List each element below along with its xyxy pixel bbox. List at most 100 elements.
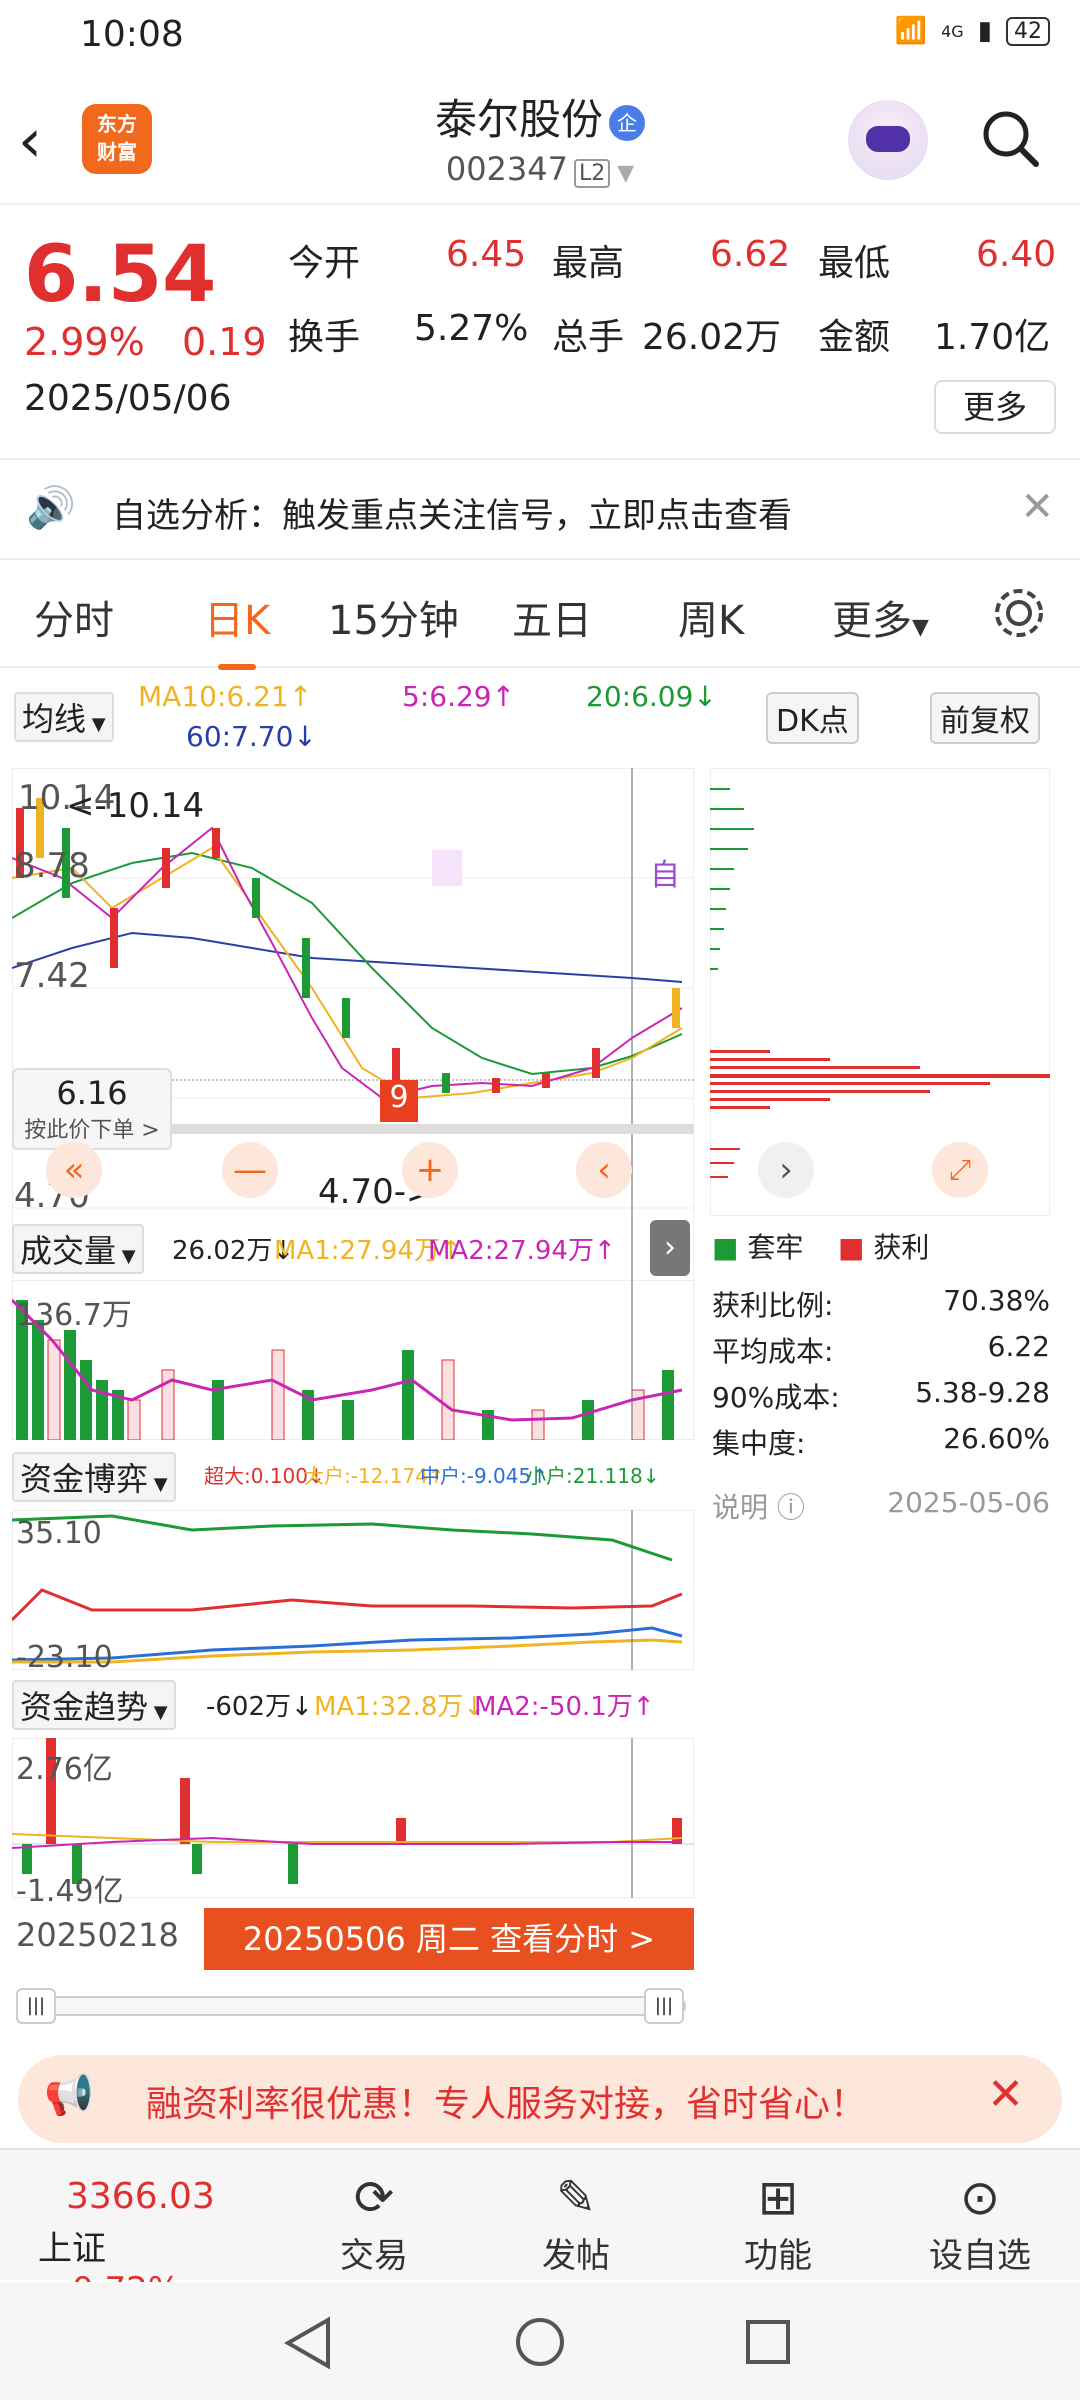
chip-row-value: 70.38% bbox=[943, 1284, 1050, 1317]
range-handle-left[interactable]: ||| bbox=[16, 1988, 56, 2024]
nav-recents-icon[interactable] bbox=[744, 2318, 792, 2366]
banner-text: 自选分析：触发重点关注信号，立即点击查看 bbox=[112, 496, 792, 536]
legend-trap-label: 套牢 bbox=[747, 1231, 804, 1264]
legend-profit-label: 获利 bbox=[873, 1231, 930, 1264]
tab-intraday[interactable]: 分时 bbox=[34, 588, 114, 646]
chip-distribution-chart[interactable] bbox=[710, 768, 1050, 1216]
tab-weekly-k[interactable]: 周K bbox=[678, 588, 744, 646]
status-bar: 10:08 📶 4G ▮ 42 bbox=[0, 0, 1080, 70]
info-icon: ⓘ bbox=[776, 1491, 805, 1524]
zoom-out-icon[interactable]: — bbox=[222, 1142, 278, 1198]
fund-game-y-bottom: -23.10 bbox=[16, 1640, 113, 1675]
change-amount: 0.19 bbox=[182, 320, 267, 364]
trade-icon: ⟳ bbox=[353, 2170, 395, 2226]
volume-select[interactable]: 成交量 ▼ bbox=[12, 1224, 144, 1274]
signal-marker: 9 bbox=[380, 1080, 418, 1122]
expand-icon[interactable]: ⤢ bbox=[932, 1142, 988, 1198]
nav-back-icon[interactable] bbox=[284, 2316, 332, 2370]
volume-ma2: MA2:27.94万↑ bbox=[428, 1236, 616, 1266]
y-axis-3: 7.42 bbox=[14, 956, 90, 996]
volume-value: 26.02万 bbox=[642, 317, 782, 358]
range-handle-right[interactable]: ||| bbox=[644, 1988, 684, 2024]
fund-trend-ma1: MA1:32.8万↓ bbox=[314, 1692, 486, 1722]
timeline-start: 20250218 bbox=[16, 1916, 179, 1954]
settings-icon[interactable] bbox=[990, 584, 1048, 642]
analysis-banner[interactable]: 🔊 自选分析：触发重点关注信号，立即点击查看 ✕ bbox=[0, 458, 1080, 560]
volume-y-top: 136.7万 bbox=[16, 1298, 132, 1333]
fund-small: 小户:21.118↓ bbox=[526, 1464, 660, 1488]
fund-trend-select[interactable]: 资金趋势 ▼ bbox=[12, 1680, 176, 1730]
indicator-select[interactable]: 均线 ▼ bbox=[14, 692, 114, 742]
turnover-label: 换手 bbox=[288, 317, 361, 358]
tab-post-label: 发帖 bbox=[542, 2236, 610, 2276]
more-button[interactable]: 更多 bbox=[934, 380, 1056, 434]
status-time: 10:08 bbox=[80, 14, 184, 55]
chevron-right-icon[interactable]: › bbox=[758, 1142, 814, 1198]
fund-game-chart[interactable] bbox=[12, 1510, 694, 1670]
search-icon[interactable] bbox=[978, 106, 1042, 170]
chip-row-value: 6.22 bbox=[987, 1330, 1050, 1363]
tab-daily-k[interactable]: 日K bbox=[204, 588, 270, 670]
header: ‹ 东方 财富 泰尔股份企 002347 L2 ▼ bbox=[0, 70, 1080, 205]
range-scrollbar[interactable] bbox=[16, 1996, 686, 2016]
turnover-value: 5.27% bbox=[414, 308, 529, 349]
close-icon[interactable]: ✕ bbox=[987, 2069, 1024, 2120]
tab-five-day[interactable]: 五日 bbox=[512, 588, 592, 646]
chip-note[interactable]: 说明 ⓘ bbox=[712, 1486, 805, 1526]
dropdown-icon: ▼ bbox=[610, 161, 635, 186]
order-price: 6.16 bbox=[56, 1074, 128, 1112]
promo-text: 融资利率很优惠！专人服务对接，省时省心！ bbox=[146, 2084, 867, 2125]
scroll-left-fast-icon[interactable]: « bbox=[46, 1142, 102, 1198]
tab-more[interactable]: 更多▼ bbox=[832, 588, 929, 646]
dropdown-icon: ▼ bbox=[912, 615, 929, 640]
forward-adjust-button[interactable]: 前复权 bbox=[930, 692, 1040, 744]
zoom-in-icon[interactable]: + bbox=[402, 1142, 458, 1198]
ma5-label: 5:6.29↑ bbox=[402, 680, 516, 713]
order-price-hint: 按此价下单 > bbox=[24, 1118, 160, 1143]
fund-trend-select-label: 资金趋势 bbox=[20, 1688, 149, 1726]
quote-panel: 6.54 2.99% 0.19 2025/05/06 今开 6.45 最高 6.… bbox=[0, 208, 1080, 453]
low-value: 6.40 bbox=[976, 234, 1057, 275]
promo-banner[interactable]: 📢 融资利率很优惠！专人服务对接，省时省心！ ✕ bbox=[18, 2055, 1062, 2143]
max-price-label: <-10.14 bbox=[66, 786, 205, 826]
view-intraday-button[interactable]: 20250506 周二 查看分时 > bbox=[204, 1908, 694, 1970]
volume-select-label: 成交量 bbox=[20, 1232, 117, 1270]
wifi-icon: 📶 bbox=[894, 16, 928, 46]
tab-functions-label: 功能 bbox=[744, 2236, 812, 2276]
chip-row-label: 获利比例: bbox=[712, 1289, 834, 1322]
scroll-left-icon[interactable]: ‹ bbox=[576, 1142, 632, 1198]
level2-badge: L2 bbox=[573, 159, 611, 188]
dk-point-button[interactable]: DK点 bbox=[766, 692, 859, 744]
chip-row-label: 集中度: bbox=[712, 1427, 806, 1460]
fund-game-y-top: 35.10 bbox=[16, 1516, 102, 1551]
tab-post[interactable]: ✎ 发帖 bbox=[506, 2168, 646, 2277]
stock-name: 泰尔股份 bbox=[434, 95, 603, 144]
chip-row-label: 90%成本: bbox=[712, 1381, 840, 1414]
tab-trade[interactable]: ⟳ 交易 bbox=[304, 2168, 444, 2277]
ma20-label: 20:6.09↓ bbox=[586, 680, 717, 713]
chip-note-label: 说明 bbox=[712, 1491, 769, 1524]
quote-date: 2025/05/06 bbox=[24, 378, 232, 419]
speaker-icon: 🔊 bbox=[26, 485, 76, 531]
network-label: 4G bbox=[941, 21, 964, 41]
megaphone-icon: 📢 bbox=[44, 2072, 94, 2118]
legend-profit: ■ 获利 bbox=[838, 1231, 930, 1264]
chevron-right-icon[interactable]: › bbox=[650, 1220, 690, 1276]
amount-label: 金额 bbox=[818, 317, 891, 358]
close-icon[interactable]: ✕ bbox=[1020, 484, 1054, 530]
tab-functions[interactable]: ⊞ 功能 bbox=[708, 2168, 848, 2277]
chip-date: 2025-05-06 bbox=[887, 1486, 1050, 1519]
high-label: 最高 bbox=[552, 243, 625, 284]
order-price-tag[interactable]: 6.16 按此价下单 > bbox=[12, 1068, 172, 1150]
fund-game-select[interactable]: 资金博弈 ▼ bbox=[12, 1452, 176, 1502]
assistant-avatar[interactable] bbox=[848, 100, 928, 180]
edit-icon: ✎ bbox=[555, 2170, 597, 2226]
index-value: 3366.03 bbox=[66, 2176, 215, 2217]
system-nav-bar bbox=[0, 2282, 1080, 2400]
fund-trend-value: -602万↓ bbox=[206, 1692, 313, 1722]
tab-15min[interactable]: 15分钟 bbox=[328, 588, 459, 646]
nav-home-icon[interactable] bbox=[514, 2316, 566, 2368]
ma10-label: MA10:6.21↑ bbox=[138, 680, 313, 713]
tab-add-watchlist[interactable]: ⊙ 设自选 bbox=[910, 2168, 1050, 2277]
bottom-tab-bar: 3366.03 上证 0.72% ⟳交易 ✎发帖 ⊞功能 ⊙设自选 bbox=[0, 2148, 1080, 2310]
